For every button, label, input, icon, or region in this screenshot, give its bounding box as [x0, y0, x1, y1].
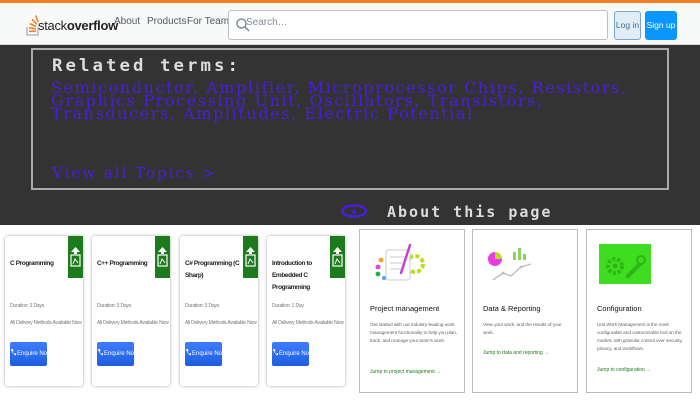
configuration-icon [599, 244, 651, 284]
phone-icon [98, 349, 103, 356]
course-card[interactable]: Introduction to Embedded C Programming D… [267, 236, 345, 386]
course-card[interactable]: C# Programming (C Sharp) Duration: 3 Day… [180, 236, 258, 386]
course-duration: Duration: 1 Day [272, 303, 304, 309]
feature-description: Unit Work Management is the most configu… [597, 323, 683, 352]
view-all-topics-link[interactable]: View all Topics > [52, 164, 217, 182]
course-card[interactable]: C Programming Duration: 3 Days All Deliv… [5, 236, 83, 386]
enquire-now-button[interactable]: Enquire Now [10, 342, 51, 366]
feature-card-configuration[interactable]: Configuration Unit Work Management is th… [586, 229, 692, 393]
course-badge [68, 236, 83, 278]
course-delivery: All Delivery Methods Available Now [272, 320, 344, 326]
feature-card-project-management[interactable]: Project management Get started with our … [359, 229, 465, 393]
search-input[interactable]: Search… [228, 10, 608, 40]
related-terms-list[interactable]: Semiconductor, Amplifier, Microprocessor… [51, 80, 641, 122]
info-icon [340, 204, 368, 218]
course-delivery: All Delivery Methods Available Now [10, 320, 82, 326]
about-this-page-label: About this page [387, 203, 553, 221]
enquire-now-label: Enquire Now [279, 351, 314, 357]
phone-icon [11, 349, 16, 356]
certificate-icon [332, 247, 343, 267]
enquire-now-button[interactable]: Enquire Now [272, 342, 313, 366]
enquire-now-label: Enquire Now [17, 351, 52, 357]
course-delivery: All Delivery Methods Available Now [185, 320, 257, 326]
signup-button[interactable]: Sign up [645, 11, 677, 40]
course-badge [155, 236, 170, 278]
course-duration: Duration: 3 Days [10, 303, 45, 309]
enquire-now-label: Enquire Now [104, 351, 139, 357]
jump-to-configuration-link[interactable]: Jump to configuration → [597, 367, 651, 373]
course-title: C++ Programming [97, 260, 148, 267]
stackoverflow-logo[interactable]: stackoverflow [24, 10, 118, 38]
course-title: C Programming [10, 260, 54, 267]
project-management-icon [375, 243, 425, 281]
data-reporting-icon [486, 246, 536, 282]
course-duration: Duration: 3 Days [185, 303, 220, 309]
logo-wordmark: stackoverflow [38, 18, 118, 33]
course-title: C# Programming (C Sharp) [185, 260, 240, 279]
related-terms-title: Related terms: [52, 56, 242, 76]
certificate-icon [70, 247, 81, 267]
course-card[interactable]: C++ Programming Duration: 3 Days All Del… [92, 236, 170, 386]
certificate-icon [245, 247, 256, 267]
course-duration: Duration: 3 Days [97, 303, 132, 309]
nav-products[interactable]: Products [147, 16, 186, 27]
nav-for-teams[interactable]: For Teams [187, 16, 234, 27]
course-delivery: All Delivery Methods Available Now [97, 320, 169, 326]
course-badge [243, 236, 258, 278]
phone-icon [273, 349, 278, 356]
feature-title: Configuration [597, 304, 642, 313]
course-badge [330, 236, 345, 278]
feature-description: Get started with our industry-leading wo… [370, 323, 457, 344]
certificate-icon [157, 247, 168, 267]
enquire-now-button[interactable]: Enquire Now [185, 342, 226, 366]
phone-icon [186, 349, 191, 356]
jump-to-project-management-link[interactable]: Jump to project management → [370, 369, 441, 375]
feature-title: Data & Reporting [483, 304, 541, 313]
feature-description: View your work, and the results of your … [483, 323, 562, 336]
nav-about[interactable]: About [114, 16, 140, 27]
feature-card-data-reporting[interactable]: Data & Reporting View your work, and the… [472, 229, 578, 393]
enquire-now-button[interactable]: Enquire Now [97, 342, 138, 366]
enquire-now-label: Enquire Now [192, 351, 227, 357]
jump-to-data-reporting-link[interactable]: Jump to data and reporting → [483, 350, 549, 356]
login-button[interactable]: Log in [614, 11, 641, 40]
search-placeholder: Search… [246, 17, 288, 28]
course-title: Introduction to Embedded C Programming [272, 260, 312, 291]
feature-title: Project management [370, 304, 440, 313]
site-header: stackoverflow About Products For Teams S… [0, 0, 700, 45]
